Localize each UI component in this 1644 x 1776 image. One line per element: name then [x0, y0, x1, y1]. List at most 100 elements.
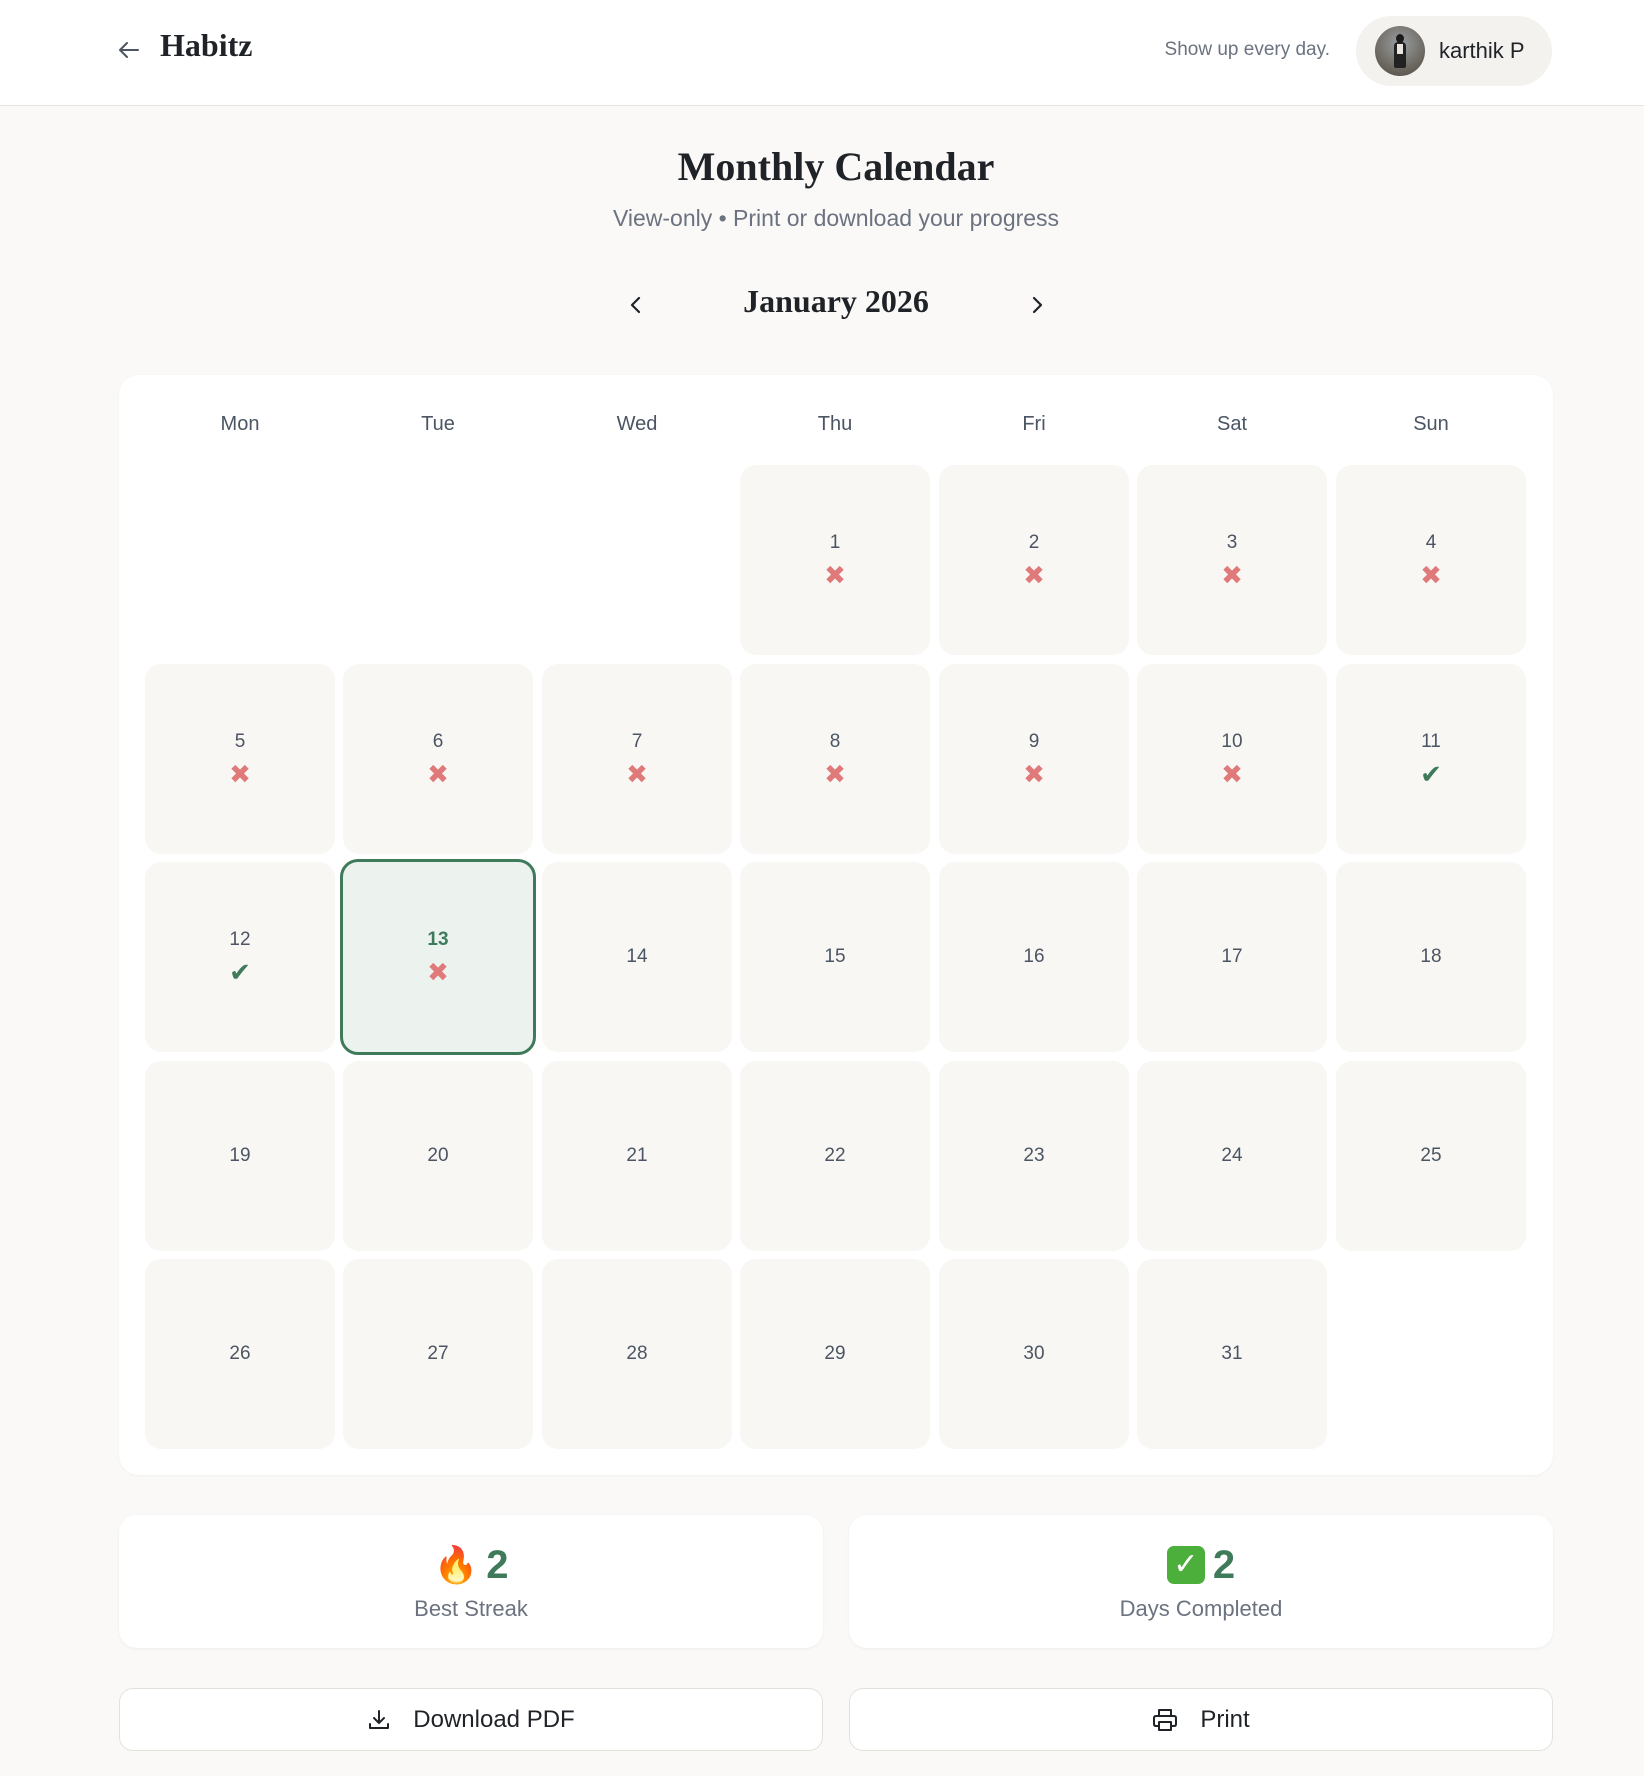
- weekday-sat: Sat: [1216, 413, 1248, 435]
- arrow-left-icon: [119, 42, 139, 58]
- tagline: Show up every day.: [1164, 39, 1330, 60]
- missed-x-icon: ✖: [1221, 560, 1243, 590]
- calendar-day[interactable]: 19: [145, 1061, 335, 1251]
- day-number: 1: [829, 532, 841, 553]
- calendar-day[interactable]: 21: [542, 1061, 732, 1251]
- download-pdf-label: Download PDF: [413, 1705, 575, 1733]
- calendar-day[interactable]: 22: [740, 1061, 930, 1251]
- day-number: 24: [1221, 1145, 1243, 1166]
- check-box-icon: ✓: [1166, 1546, 1205, 1584]
- print-label: Print: [1200, 1705, 1250, 1733]
- day-number: 2: [1028, 532, 1040, 553]
- calendar-day[interactable]: 24: [1137, 1061, 1327, 1251]
- weekday-mon: Mon: [220, 413, 260, 435]
- print-button[interactable]: Print: [849, 1688, 1553, 1751]
- missed-x-icon: ✖: [1023, 560, 1045, 590]
- days-completed-label: Days Completed: [1119, 1596, 1283, 1621]
- day-number: 10: [1221, 731, 1243, 752]
- day-number: 22: [824, 1145, 846, 1166]
- calendar-day[interactable]: 2 ✖: [939, 465, 1129, 655]
- calendar-day[interactable]: 30: [939, 1259, 1129, 1449]
- calendar-day[interactable]: 27: [343, 1259, 533, 1449]
- calendar-day[interactable]: 29: [740, 1259, 930, 1449]
- calendar-day[interactable]: 28: [542, 1259, 732, 1449]
- user-menu-button[interactable]: karthik P: [1356, 16, 1552, 86]
- missed-x-icon: ✖: [824, 560, 846, 590]
- calendar-day[interactable]: 11 ✔: [1336, 664, 1526, 854]
- missed-x-icon: ✖: [824, 759, 846, 789]
- missed-x-icon: ✖: [229, 759, 251, 789]
- calendar-day[interactable]: 7 ✖: [542, 664, 732, 854]
- calendar-day[interactable]: 3 ✖: [1137, 465, 1327, 655]
- day-number: 19: [229, 1145, 251, 1166]
- weekday-thu: Thu: [817, 413, 853, 435]
- done-check-icon: ✔: [1420, 759, 1442, 789]
- brand-logo[interactable]: Habitz: [160, 27, 252, 64]
- day-number: 27: [427, 1343, 449, 1364]
- day-number: 4: [1425, 532, 1437, 553]
- best-streak-value: 2: [486, 1542, 509, 1587]
- missed-x-icon: ✖: [1221, 759, 1243, 789]
- day-number: 8: [829, 731, 841, 752]
- day-number: 29: [824, 1343, 846, 1364]
- calendar-day[interactable]: 16: [939, 862, 1129, 1052]
- weekday-fri: Fri: [1022, 413, 1046, 435]
- missed-x-icon: ✖: [427, 759, 449, 789]
- calendar-day[interactable]: 31: [1137, 1259, 1327, 1449]
- day-number: 13: [427, 929, 449, 950]
- user-name: karthik P: [1439, 38, 1525, 63]
- back-button[interactable]: [114, 33, 144, 67]
- day-number: 26: [229, 1343, 251, 1364]
- calendar-day[interactable]: 25: [1336, 1061, 1526, 1251]
- best-streak-card: 🔥 2 Best Streak: [119, 1515, 823, 1648]
- days-completed-card: ✓ 2 Days Completed: [849, 1515, 1553, 1648]
- best-streak-label: Best Streak: [414, 1596, 528, 1621]
- missed-x-icon: ✖: [1420, 560, 1442, 590]
- day-number: 20: [427, 1145, 449, 1166]
- next-month-button[interactable]: [1020, 288, 1054, 322]
- calendar-day[interactable]: 1 ✖: [740, 465, 930, 655]
- calendar-day[interactable]: 23: [939, 1061, 1129, 1251]
- printer-icon: [1153, 1708, 1178, 1731]
- download-icon: [369, 1709, 390, 1729]
- missed-x-icon: ✖: [1023, 759, 1045, 789]
- missed-x-icon: ✖: [626, 759, 648, 789]
- day-number: 21: [626, 1145, 648, 1166]
- calendar-day[interactable]: 6 ✖: [343, 664, 533, 854]
- calendar-day[interactable]: 14: [542, 862, 732, 1052]
- day-number: 3: [1226, 532, 1238, 553]
- day-number: 11: [1421, 731, 1441, 752]
- calendar-day[interactable]: 10 ✖: [1137, 664, 1327, 854]
- day-number: 12: [229, 929, 251, 950]
- day-number: 9: [1028, 731, 1040, 752]
- calendar-day[interactable]: 18: [1336, 862, 1526, 1052]
- calendar-day[interactable]: 17: [1137, 862, 1327, 1052]
- done-check-icon: ✔: [229, 957, 251, 987]
- day-number: 23: [1023, 1145, 1045, 1166]
- day-number: 17: [1221, 946, 1243, 967]
- weekday-wed: Wed: [616, 413, 658, 435]
- weekday-tue: Tue: [421, 413, 455, 435]
- day-number: 16: [1023, 946, 1045, 967]
- calendar-day[interactable]: 8 ✖: [740, 664, 930, 854]
- missed-x-icon: ✖: [427, 957, 449, 987]
- calendar-day[interactable]: 15: [740, 862, 930, 1052]
- calendar-day[interactable]: 12 ✔: [145, 862, 335, 1052]
- day-number: 15: [824, 946, 846, 967]
- avatar: [1375, 26, 1425, 76]
- day-number: 7: [631, 731, 643, 752]
- month-label: January 2026: [743, 283, 929, 319]
- day-number: 31: [1221, 1343, 1243, 1364]
- fire-icon: 🔥: [433, 1544, 479, 1585]
- calendar-day[interactable]: 5 ✖: [145, 664, 335, 854]
- calendar-day[interactable]: 9 ✖: [939, 664, 1129, 854]
- weekday-sun: Sun: [1413, 413, 1449, 435]
- calendar-day[interactable]: 20: [343, 1061, 533, 1251]
- calendar-day[interactable]: 26: [145, 1259, 335, 1449]
- day-number: 6: [432, 731, 444, 752]
- calendar-day[interactable]: 4 ✖: [1336, 465, 1526, 655]
- page-subtitle: View-only • Print or download your progr…: [612, 205, 1060, 231]
- calendar-day-today[interactable]: 13 ✖: [340, 859, 536, 1055]
- download-pdf-button[interactable]: Download PDF: [119, 1688, 823, 1751]
- day-number: 18: [1420, 946, 1442, 967]
